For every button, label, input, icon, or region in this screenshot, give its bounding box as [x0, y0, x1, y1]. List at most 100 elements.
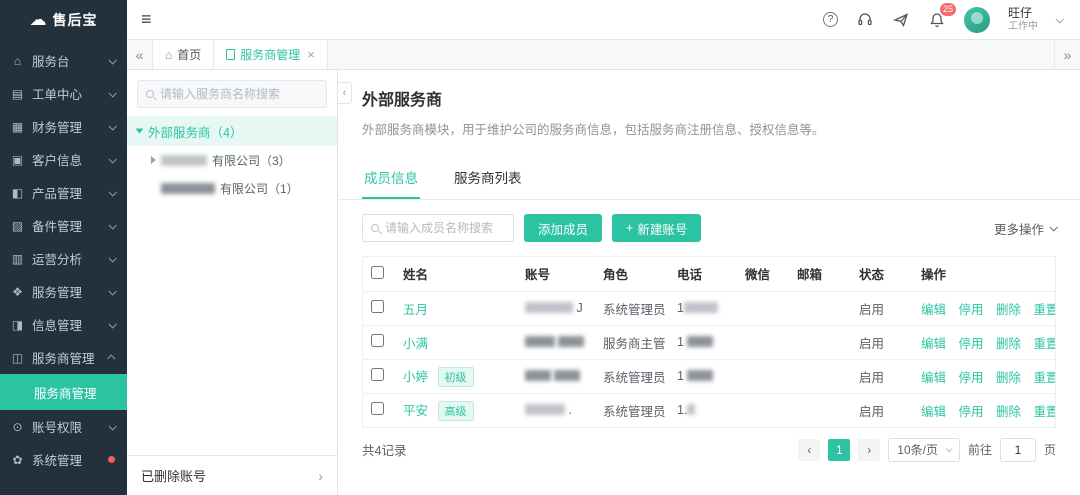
reset-password-link[interactable]: 重置密码	[1034, 337, 1056, 351]
tree-node-external-providers[interactable]: 外部服务商（4）	[127, 116, 337, 146]
col-header-status: 状态	[851, 257, 913, 291]
edit-link[interactable]: 编辑	[921, 371, 946, 385]
col-header-email: 邮箱	[789, 257, 851, 291]
add-member-button[interactable]: 添加成员	[524, 214, 602, 242]
reset-password-link[interactable]: 重置密码	[1034, 303, 1056, 317]
member-wechat	[737, 359, 789, 393]
disable-link[interactable]: 停用	[959, 405, 984, 419]
page-size-select[interactable]: 10条/页	[888, 438, 960, 462]
app-title: 售后宝	[53, 10, 98, 30]
disable-link[interactable]: 停用	[959, 371, 984, 385]
chevron-down-icon	[108, 155, 116, 163]
chevron-down-icon	[108, 122, 116, 130]
sidebar-item-spare-parts[interactable]: ▨ 备件管理	[0, 209, 127, 242]
provider-tree: 外部服务商（4） 有限公司（3） 有限公司（1）	[127, 116, 337, 455]
member-search-input[interactable]	[385, 221, 505, 235]
chevron-down-icon	[108, 320, 116, 328]
sidebar-item-info-mgmt[interactable]: ◨ 信息管理	[0, 308, 127, 341]
tab-member-info[interactable]: 成员信息	[362, 158, 420, 199]
member-wechat	[737, 291, 789, 325]
home-icon: ⌂	[165, 48, 172, 62]
page-1-button[interactable]: 1	[828, 439, 850, 461]
user-menu-chevron-down-icon[interactable]	[1055, 15, 1063, 23]
sidebar-item-work-orders[interactable]: ▤ 工单中心	[0, 77, 127, 110]
tab-provider-list[interactable]: 服务商列表	[452, 158, 524, 199]
provider-search-input[interactable]	[160, 87, 318, 101]
member-status: 启用	[851, 393, 913, 427]
member-wechat	[737, 393, 789, 427]
edit-link[interactable]: 编辑	[921, 405, 946, 419]
member-name-link[interactable]: 五月	[403, 303, 428, 317]
tabs-scroll-right-icon[interactable]: »	[1054, 40, 1080, 69]
redacted-account	[525, 404, 565, 415]
prev-page-button[interactable]: ‹	[798, 439, 820, 461]
notifications-bell-icon[interactable]: 25	[928, 11, 946, 29]
member-name-link[interactable]: 小婷	[403, 370, 428, 384]
sidebar-item-account-permissions[interactable]: ⊙ 账号权限	[0, 410, 127, 443]
sidebar-item-system-mgmt[interactable]: ✿ 系统管理	[0, 443, 127, 476]
sidebar-item-provider-mgmt[interactable]: ◫ 服务商管理	[0, 341, 127, 374]
user-avatar[interactable]	[964, 7, 990, 33]
sidebar-item-operations-analysis[interactable]: ▥ 运营分析	[0, 242, 127, 275]
row-checkbox[interactable]	[371, 402, 384, 415]
tree-expand-icon[interactable]	[136, 129, 144, 134]
next-page-button[interactable]: ›	[858, 439, 880, 461]
tree-collapse-icon[interactable]	[151, 156, 156, 164]
menu-toggle-icon[interactable]: ≡	[127, 9, 166, 30]
disable-link[interactable]: 停用	[959, 303, 984, 317]
row-checkbox[interactable]	[371, 368, 384, 381]
sidebar-item-service-mgmt[interactable]: ❖ 服务管理	[0, 275, 127, 308]
row-checkbox[interactable]	[371, 300, 384, 313]
content-tabs: 成员信息 服务商列表	[338, 158, 1080, 200]
user-name: 旺仔	[1008, 7, 1038, 21]
delete-link[interactable]: 删除	[996, 337, 1021, 351]
tab-home[interactable]: ⌂ 首页	[153, 40, 214, 69]
edit-link[interactable]: 编辑	[921, 303, 946, 317]
select-all-checkbox[interactable]	[371, 266, 384, 279]
sidebar-item-service-desk[interactable]: ⌂ 服务台	[0, 44, 127, 77]
member-toolbar: 添加成员 + 新建账号 更多操作	[338, 200, 1080, 254]
headset-icon[interactable]	[856, 11, 874, 29]
delete-link[interactable]: 删除	[996, 303, 1021, 317]
tabs-scroll-left-icon[interactable]: «	[127, 40, 153, 69]
deleted-accounts-link[interactable]: 已删除账号 ›	[127, 455, 337, 495]
close-icon[interactable]: ×	[307, 47, 315, 62]
sidebar-item-products[interactable]: ◧ 产品管理	[0, 176, 127, 209]
member-name-link[interactable]: 小满	[403, 337, 428, 351]
reset-password-link[interactable]: 重置密码	[1034, 405, 1056, 419]
disable-link[interactable]: 停用	[959, 337, 984, 351]
user-status: 工作中	[1008, 21, 1038, 33]
member-name-link[interactable]: 平安	[403, 404, 428, 418]
help-icon[interactable]: ?	[823, 12, 838, 27]
sidebar-item-customer-info[interactable]: ▣ 客户信息	[0, 143, 127, 176]
col-header-actions: 操作	[913, 257, 1055, 291]
more-actions-dropdown[interactable]: 更多操作	[994, 219, 1056, 238]
member-status: 启用	[851, 325, 913, 359]
chevron-down-icon	[108, 287, 116, 295]
redacted-account	[558, 336, 584, 347]
edit-link[interactable]: 编辑	[921, 337, 946, 351]
delete-link[interactable]: 删除	[996, 405, 1021, 419]
panel-collapse-handle[interactable]: ‹	[338, 82, 352, 104]
tree-node-company-1[interactable]: 有限公司（3）	[127, 146, 337, 174]
delete-link[interactable]: 删除	[996, 371, 1021, 385]
tree-node-company-2[interactable]: 有限公司（1）	[127, 174, 337, 202]
table-row: 五月 J 系统管理员 1 启用 编辑 停用	[363, 291, 1055, 325]
tab-provider-mgmt[interactable]: 服务商管理 ×	[214, 40, 328, 69]
sidebar-subitem-provider-mgmt[interactable]: 服务商管理	[0, 374, 127, 410]
row-checkbox[interactable]	[371, 334, 384, 347]
new-account-button[interactable]: + 新建账号	[612, 214, 701, 242]
redacted-account	[525, 370, 551, 381]
analytics-icon: ▥	[10, 252, 25, 266]
feedback-icon[interactable]	[892, 11, 910, 29]
col-header-account: 账号	[517, 257, 595, 291]
redacted-company-name	[161, 155, 207, 166]
chevron-down-icon	[108, 221, 116, 229]
reset-password-link[interactable]: 重置密码	[1034, 371, 1056, 385]
page-unit-label: 页	[1044, 441, 1056, 458]
sidebar-item-finance[interactable]: ▦ 财务管理	[0, 110, 127, 143]
goto-page-input[interactable]	[1000, 438, 1036, 462]
member-wechat	[737, 325, 789, 359]
member-email	[789, 359, 851, 393]
chevron-up-icon	[107, 354, 115, 362]
